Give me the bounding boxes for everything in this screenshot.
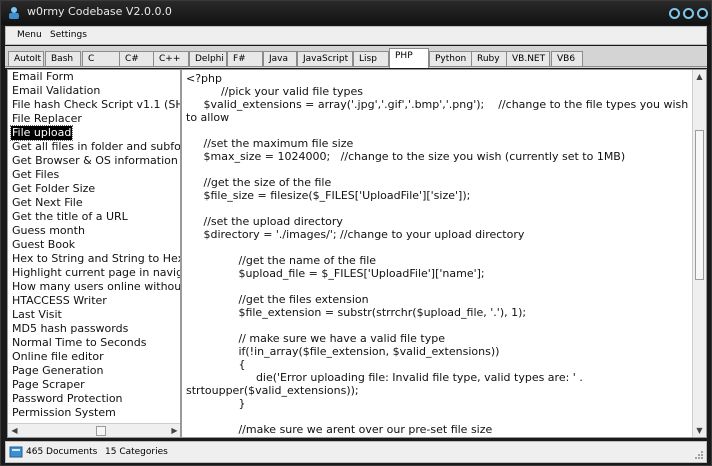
tab-autoit[interactable]: AutoIt [8,51,44,67]
scroll-down-arrow-icon[interactable]: ▼ [694,425,705,436]
list-item[interactable]: MD5 hash passwords [11,322,129,336]
list-item[interactable]: Get the title of a URL [11,210,129,224]
tab-php[interactable]: PHP [389,48,429,68]
list-item[interactable]: Get Folder Size [11,182,96,196]
tab-bar-divider [5,66,707,67]
tab-delphi[interactable]: Delphi [189,51,227,67]
app-logo-icon [9,7,19,19]
scroll-left-arrow-icon[interactable]: ◀ [9,425,20,436]
list-item[interactable]: Email Validation [11,84,101,98]
tab-bash[interactable]: Bash [45,51,81,67]
list-item[interactable]: HTACCESS Writer [11,294,108,308]
resize-grip-icon[interactable] [694,450,704,460]
status-bar: 465 Documents 15 Categories [5,441,707,463]
menu-bar: Menu Settings [5,26,707,45]
tab-c[interactable]: C [82,51,120,67]
close-button[interactable] [697,8,708,19]
list-item[interactable]: Guess month [11,224,86,238]
list-item[interactable]: Get Files [11,168,60,182]
menu-item-settings[interactable]: Settings [50,30,87,40]
snippet-list-panel: Email Form Email Validation File hash Ch… [7,69,181,438]
list-item[interactable]: Page Scraper [11,378,86,392]
list-item[interactable]: Normal Time to Seconds [11,336,147,350]
documents-icon [9,446,23,458]
list-item[interactable]: Get Browser & OS information [11,154,179,168]
list-item[interactable]: Page Generation [11,364,105,378]
list-item[interactable]: Last Visit [11,308,63,322]
minimize-button[interactable] [669,8,680,19]
tab-java[interactable]: Java [263,51,297,67]
scrollbar-thumb[interactable] [96,426,106,436]
scroll-up-arrow-icon[interactable]: ▲ [694,71,705,82]
code-text[interactable]: <?php //pick your valid file types $vali… [186,72,690,436]
list-item[interactable]: Guest Book [11,238,76,252]
list-item[interactable]: How many users online without [11,280,180,294]
scrollbar-thumb[interactable] [695,130,704,280]
tab-csharp[interactable]: C# [119,51,157,67]
menu-item-menu[interactable]: Menu [17,30,42,40]
list-item[interactable]: Hex to String and String to Hex [11,252,180,266]
list-item[interactable]: Highlight current page in navigation [11,266,180,280]
tab-fsharp[interactable]: F# [227,51,263,67]
tab-vbnet[interactable]: VB.NET [506,51,550,67]
sidebar-horizontal-scrollbar[interactable]: ◀ ▶ [8,423,180,437]
list-item[interactable]: Get Next File [11,196,84,210]
document-count: 465 Documents [26,447,98,457]
snippet-list[interactable]: Email Form Email Validation File hash Ch… [8,70,180,424]
list-item[interactable]: Get all files in folder and subfolders [11,140,180,154]
scroll-right-arrow-icon[interactable]: ▶ [169,425,180,436]
window-title: w0rmy Codebase V2.0.0.0 [27,5,172,18]
category-count: 15 Categories [105,447,168,457]
tab-cpp[interactable]: C++ [153,51,189,67]
list-item[interactable]: Password Protection [11,392,124,406]
tab-python[interactable]: Python [429,51,473,67]
list-item[interactable]: Online file editor [11,350,105,364]
maximize-button[interactable] [683,8,694,19]
list-item[interactable]: Permission System [11,406,117,420]
app-window: w0rmy Codebase V2.0.0.0 Menu Settings Au… [0,0,712,466]
list-item[interactable]: Email Form [11,70,75,84]
tab-lisp[interactable]: Lisp [353,51,389,67]
tab-ruby[interactable]: Ruby [471,51,507,67]
list-item[interactable]: File hash Check Script v1.1 (SHA [11,98,180,112]
code-editor[interactable]: <?php //pick your valid file types $vali… [181,69,707,438]
editor-vertical-scrollbar[interactable]: ▲ ▼ [692,70,706,437]
tab-vb6[interactable]: VB6 [551,51,583,67]
list-item[interactable]: File Replacer [11,112,83,126]
language-tab-bar: AutoIt Bash C C# C++ Delphi F# Java Java… [5,46,707,68]
list-item-selected[interactable]: File upload [9,125,74,141]
tab-javascript[interactable]: JavaScript [297,51,353,67]
title-bar[interactable]: w0rmy Codebase V2.0.0.0 [1,1,711,25]
